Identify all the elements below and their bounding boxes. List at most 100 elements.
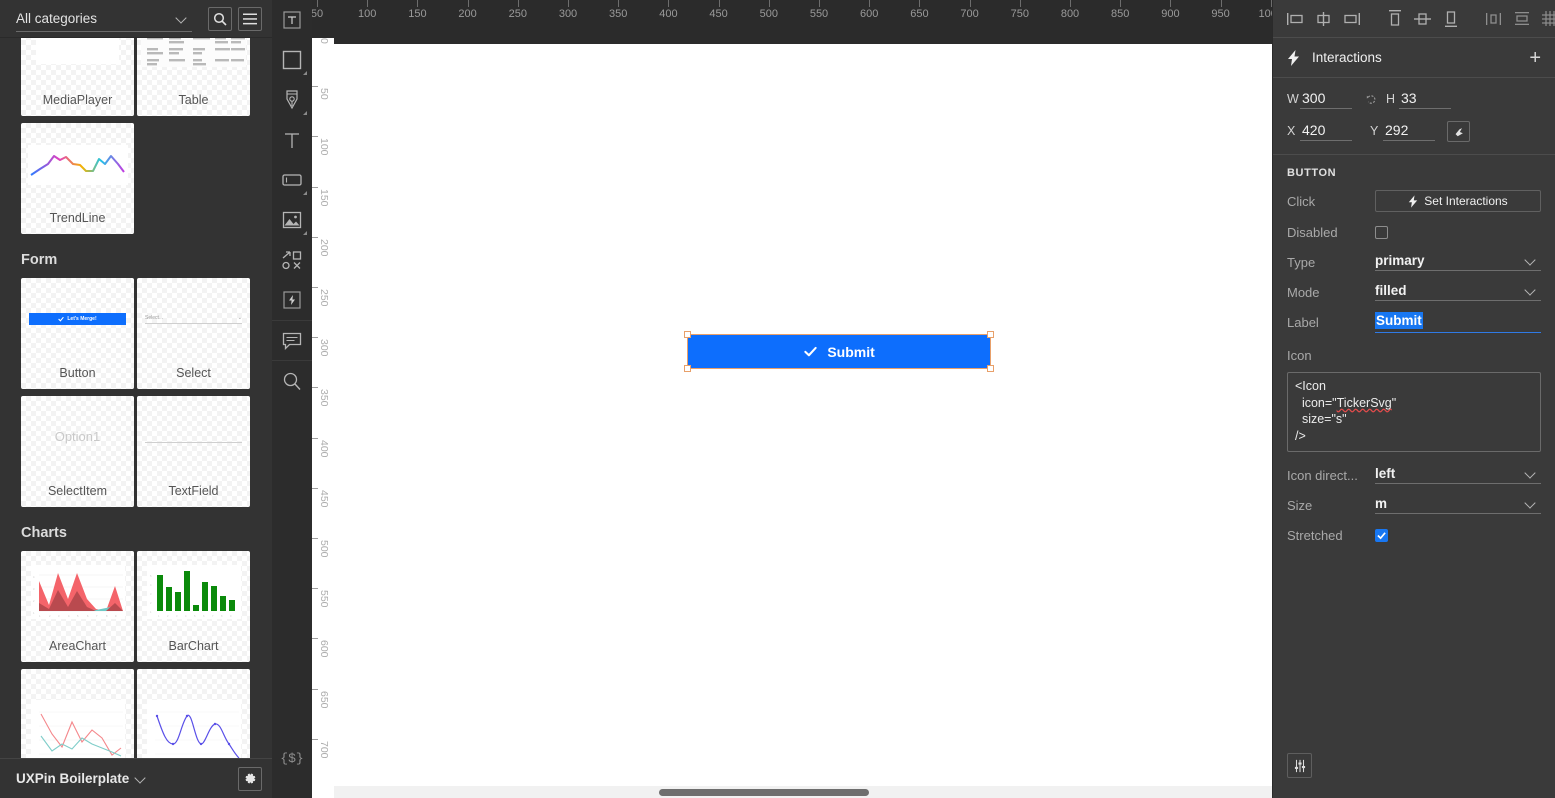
align-right-button[interactable] [1343, 10, 1360, 27]
width-input[interactable] [1300, 90, 1352, 109]
ruler-label: 450 [318, 489, 330, 508]
interaction-tool[interactable] [272, 280, 312, 320]
panel-settings-button[interactable] [1287, 753, 1312, 778]
lightning-icon [1409, 194, 1418, 208]
ruler-label: 700 [318, 740, 330, 759]
disabled-checkbox[interactable] [1375, 225, 1388, 239]
icon-direction-select[interactable]: left [1375, 466, 1541, 484]
library-item-linechart[interactable]: LineChart [21, 669, 134, 758]
library-item-selectitem[interactable]: Option1 SelectItem [21, 396, 134, 507]
canvas-area[interactable]: 50 100 150 200 250 300 350 400 450 500 550 600 650 70… [312, 0, 1272, 798]
size-control: m [1375, 496, 1541, 514]
align-horizontal-group [1287, 10, 1360, 27]
resize-handle-tl[interactable] [684, 331, 692, 339]
stretched-checkbox[interactable] [1375, 528, 1388, 542]
aspect-lock-button[interactable] [1362, 93, 1380, 106]
transform-tool[interactable] [272, 240, 312, 280]
component-tool[interactable] [272, 0, 312, 40]
align-middle-vertical-button[interactable] [1414, 10, 1431, 27]
align-middle-vertical-icon [1414, 12, 1431, 25]
icon-direction-value: left [1375, 466, 1396, 481]
grid-button[interactable] [1541, 10, 1555, 27]
text-tool[interactable] [272, 120, 312, 160]
table-thumb [137, 38, 250, 86]
chevron-down-icon [1526, 255, 1537, 266]
pin-button[interactable] [1447, 121, 1470, 142]
scrollbar-thumb[interactable] [659, 789, 869, 796]
distribute-vertical-button[interactable] [1513, 10, 1530, 27]
ruler-label: 0 [318, 38, 330, 44]
image-tool[interactable] [272, 200, 312, 240]
library-scroll-area[interactable]: MediaPlayer Table TrendLine Form Let's M… [0, 38, 272, 758]
artboard[interactable] [334, 44, 1272, 786]
x-input[interactable] [1300, 122, 1352, 141]
library-item-splinechart[interactable]: SplineChart [137, 669, 250, 758]
tool-expand-corner[interactable] [303, 71, 307, 75]
resize-handle-tr[interactable] [986, 331, 994, 339]
ruler-tick [312, 186, 318, 188]
rectangle-tool[interactable] [272, 40, 312, 80]
gear-icon [244, 773, 255, 784]
library-item-textfield[interactable]: TextField [137, 396, 250, 507]
library-menu-button[interactable] [238, 6, 262, 31]
set-interactions-button[interactable]: Set Interactions [1375, 190, 1541, 212]
canvas-horizontal-scrollbar[interactable] [334, 786, 1272, 798]
align-top-button[interactable] [1386, 10, 1403, 27]
align-bottom-button[interactable] [1442, 10, 1459, 27]
category-dropdown[interactable]: All categories [16, 6, 192, 32]
type-select[interactable]: primary [1375, 253, 1541, 271]
label-input[interactable]: Submit [1375, 312, 1541, 333]
ruler-tick [312, 236, 318, 238]
add-interaction-button[interactable]: + [1529, 48, 1541, 68]
comment-tool[interactable] [272, 320, 312, 360]
library-item-select[interactable]: Select... ⌄ Select [137, 278, 250, 389]
mode-value: filled [1375, 283, 1407, 298]
library-item-barchart[interactable]: 543 21 123 456 789 BarChart [137, 551, 250, 662]
icon-direction-label: Icon direct... [1287, 467, 1358, 483]
search-button[interactable] [208, 6, 232, 31]
resize-handle-br[interactable] [986, 365, 994, 373]
tool-expand-corner[interactable] [303, 111, 307, 115]
areachart-thumb: 4321 1234 5678 9 [21, 551, 134, 632]
code-tool[interactable]: {$} [272, 738, 312, 778]
size-select[interactable]: m [1375, 496, 1541, 514]
submit-button[interactable]: Submit [688, 335, 990, 369]
chevron-down-icon[interactable] [136, 773, 147, 784]
align-left-button[interactable] [1287, 10, 1304, 27]
grid-icon [1542, 11, 1555, 26]
pen-tool[interactable] [272, 80, 312, 120]
type-value: primary [1375, 253, 1425, 268]
library-item-areachart[interactable]: 4321 1234 5678 9 AreaChart [21, 551, 134, 662]
icon-code-misspelled-token: TickerSvg [1336, 395, 1392, 410]
label-control: Submit [1375, 312, 1541, 333]
ruler-label: 200 [458, 8, 477, 20]
selected-button-wrapper[interactable]: Submit [684, 331, 994, 373]
box-tool[interactable] [272, 160, 312, 200]
ruler-tick [869, 0, 871, 7]
distribute-horizontal-button[interactable] [1485, 10, 1502, 27]
ruler-tick [969, 0, 971, 7]
zoom-tool[interactable] [272, 360, 312, 400]
height-input[interactable] [1399, 90, 1451, 109]
align-center-horizontal-button[interactable] [1315, 10, 1332, 27]
height-field: H [1386, 90, 1451, 109]
check-icon [1377, 531, 1386, 539]
mode-select[interactable]: filled [1375, 283, 1541, 301]
boxed-T-icon [283, 11, 301, 29]
resize-handle-bl[interactable] [684, 365, 692, 373]
tool-expand-corner[interactable] [303, 231, 307, 235]
properties-spacer [1273, 550, 1555, 753]
library-item-trendline[interactable]: TrendLine [21, 123, 134, 234]
tool-expand-corner[interactable] [303, 191, 307, 195]
y-input[interactable] [1383, 122, 1435, 141]
pin-icon [1455, 127, 1463, 136]
library-item-label: Select [176, 366, 211, 380]
icon-code-editor[interactable]: <Icon icon="TickerSvg" size="s" /> [1287, 372, 1541, 452]
library-settings-button[interactable] [238, 766, 262, 791]
library-item-table[interactable]: Table [137, 38, 250, 116]
ruler-tick [919, 0, 921, 7]
library-item-button[interactable]: Let's Merge! Button [21, 278, 134, 389]
library-item-mediaplayer[interactable]: MediaPlayer [21, 38, 134, 116]
ruler-label: 250 [508, 8, 527, 20]
ruler-tick [467, 0, 469, 7]
